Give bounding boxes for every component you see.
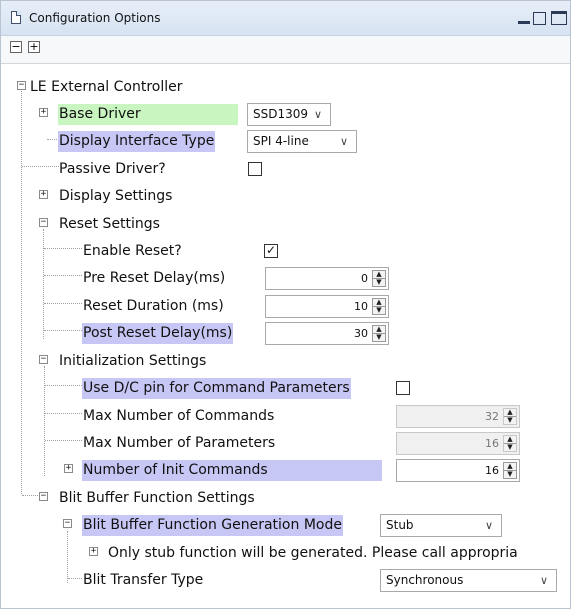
tree-row-blit-settings: − Blit Buffer Function Settings	[1, 484, 570, 510]
transfer-type-label: Blit Transfer Type	[83, 572, 204, 588]
spin-down-icon[interactable]: ▼	[504, 471, 516, 478]
display-settings-label: Display Settings	[59, 188, 173, 204]
max-commands-label: Max Number of Commands	[83, 408, 275, 424]
tree-row-passive-driver: Passive Driver?	[1, 155, 570, 181]
generation-mode-label: Blit Buffer Function Generation Mode	[82, 515, 343, 536]
spin-down-icon: ▼	[507, 416, 513, 424]
max-parameters-label: Max Number of Parameters	[83, 435, 276, 451]
chevron-down-icon: ∨	[339, 135, 348, 148]
tree-row-enable-reset: Enable Reset? ✓	[1, 237, 570, 263]
tree-row-use-dc-pin: Use D/C pin for Command Parameters	[1, 374, 570, 400]
blit-settings-label: Blit Buffer Function Settings	[59, 490, 255, 506]
title-bar: Configuration Options	[1, 1, 570, 36]
window-title: Configuration Options	[29, 11, 161, 25]
expand-icon[interactable]: +	[64, 464, 73, 473]
tree-row-base-driver: + Base Driver SSD1309 ∨	[1, 100, 570, 126]
enable-reset-label: Enable Reset?	[83, 243, 182, 259]
spin-down-icon: ▼	[507, 443, 513, 451]
reset-duration-spinner[interactable]: 10 ▲ ▼	[265, 295, 389, 318]
tree-row-root: − LE External Controller	[1, 73, 570, 99]
init-settings-label: Initialization Settings	[59, 353, 207, 369]
reset-settings-label: Reset Settings	[59, 216, 160, 232]
max-commands-spinner: 32 ▲ ▼	[396, 405, 520, 428]
tree-row-generation-mode: − Blit Buffer Function Generation Mode S…	[1, 511, 570, 537]
collapse-icon[interactable]: −	[39, 355, 48, 364]
transfer-type-select[interactable]: Synchronous ∨	[380, 569, 557, 592]
tree-toolbar: − +	[1, 36, 570, 64]
base-driver-label: Base Driver	[58, 104, 238, 125]
chevron-down-icon: ∨	[484, 519, 493, 532]
collapse-icon[interactable]: −	[63, 519, 72, 528]
collapse-icon[interactable]: −	[39, 492, 48, 501]
collapse-icon[interactable]: −	[39, 218, 48, 227]
document-icon	[11, 11, 21, 24]
stub-note-text: Only stub function will be generated. Pl…	[108, 545, 518, 561]
tree-row-post-reset-delay: Post Reset Delay(ms) 30 ▲ ▼	[1, 319, 570, 345]
max-parameters-spinner: 16 ▲ ▼	[396, 432, 520, 455]
reset-duration-label: Reset Duration (ms)	[83, 298, 224, 314]
spin-down-icon[interactable]: ▼	[373, 307, 385, 314]
num-init-commands-label: Number of Init Commands	[82, 460, 382, 481]
pre-reset-delay-label: Pre Reset Delay(ms)	[83, 270, 226, 286]
use-dc-pin-label: Use D/C pin for Command Parameters	[82, 378, 351, 399]
expand-icon[interactable]: +	[89, 547, 98, 556]
tree-row-pre-reset-delay: Pre Reset Delay(ms) 0 ▲ ▼	[1, 264, 570, 290]
tree-row-stub-note: + Only stub function will be generated. …	[1, 539, 570, 565]
tree-row-reset-duration: Reset Duration (ms) 10 ▲ ▼	[1, 292, 570, 318]
expand-icon[interactable]: +	[39, 108, 48, 117]
generation-mode-select[interactable]: Stub ∨	[380, 514, 502, 537]
use-dc-pin-checkbox[interactable]	[396, 381, 410, 395]
num-init-commands-spinner[interactable]: 16 ▲ ▼	[396, 459, 520, 482]
tree-row-transfer-type: Blit Transfer Type Synchronous ∨	[1, 566, 570, 592]
spin-down-icon[interactable]: ▼	[373, 334, 385, 341]
configuration-options-panel: Configuration Options − + − LE External …	[0, 0, 571, 609]
root-label: LE External Controller	[30, 79, 183, 95]
tree-row-display-interface: Display Interface Type SPI 4-line ∨	[1, 127, 570, 153]
passive-driver-checkbox[interactable]	[248, 162, 262, 176]
options-tree: − LE External Controller + Base Driver S…	[1, 65, 570, 608]
post-reset-delay-spinner[interactable]: 30 ▲ ▼	[265, 322, 389, 345]
passive-driver-label: Passive Driver?	[59, 161, 166, 177]
collapse-all-button[interactable]: −	[10, 41, 22, 53]
spin-down-icon[interactable]: ▼	[373, 279, 385, 286]
tree-row-display-settings: + Display Settings	[1, 182, 570, 208]
minimize-icon[interactable]	[518, 21, 530, 24]
tree-row-max-commands: Max Number of Commands 32 ▲ ▼	[1, 402, 570, 428]
base-driver-select[interactable]: SSD1309 ∨	[247, 103, 331, 126]
pre-reset-delay-spinner[interactable]: 0 ▲ ▼	[265, 267, 389, 290]
tree-row-max-parameters: Max Number of Parameters 16 ▲ ▼	[1, 429, 570, 455]
tree-row-num-init-commands: + Number of Init Commands 16 ▲ ▼	[1, 456, 570, 482]
collapse-icon[interactable]: −	[17, 81, 26, 90]
chevron-down-icon: ∨	[313, 108, 322, 121]
display-interface-label: Display Interface Type	[58, 131, 216, 152]
expand-all-button[interactable]: +	[28, 41, 40, 53]
tree-row-init-settings: − Initialization Settings	[1, 347, 570, 373]
restore-icon[interactable]	[533, 12, 546, 25]
post-reset-delay-label: Post Reset Delay(ms)	[82, 323, 234, 344]
expand-icon[interactable]: +	[39, 190, 48, 199]
chevron-down-icon: ∨	[539, 574, 548, 587]
display-interface-select[interactable]: SPI 4-line ∨	[247, 130, 357, 153]
maximize-icon[interactable]	[551, 11, 567, 25]
enable-reset-checkbox[interactable]: ✓	[264, 244, 278, 258]
tree-row-reset-settings: − Reset Settings	[1, 210, 570, 236]
